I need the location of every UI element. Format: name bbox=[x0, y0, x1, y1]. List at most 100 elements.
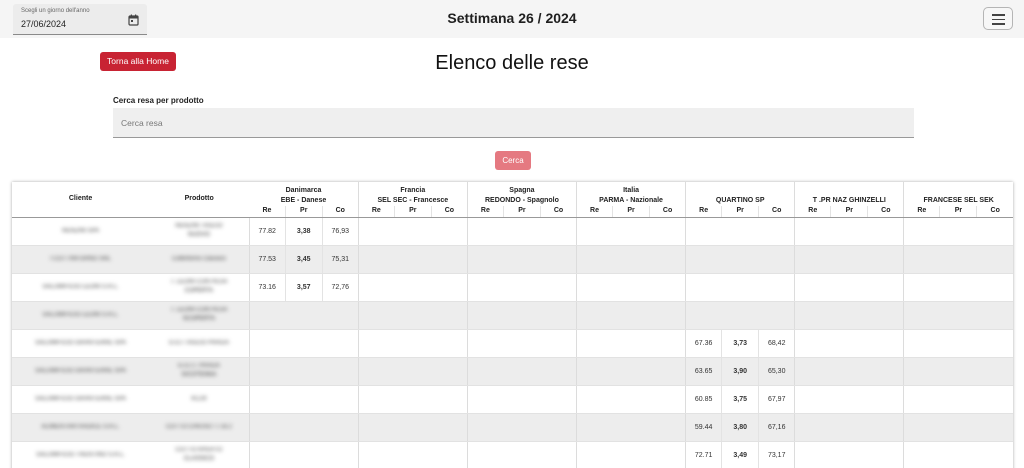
cell-pr: 3,45 bbox=[284, 245, 323, 274]
cell-empty bbox=[466, 245, 504, 274]
hamburger-menu-icon bbox=[992, 14, 1005, 16]
cell-empty bbox=[576, 357, 613, 386]
search-button[interactable]: Cerca bbox=[495, 151, 531, 170]
cell-empty bbox=[357, 441, 395, 468]
cell-prodotto: RENZINI TAGLIO NUOVO bbox=[149, 217, 250, 246]
cell-empty bbox=[976, 357, 1013, 386]
prodotto-name: Cottinforno Classico bbox=[172, 255, 226, 262]
cell-cliente: SALUMIFICIO TRENTINO S.R.L. bbox=[12, 441, 150, 468]
hamburger-menu-icon-bar bbox=[992, 18, 1005, 20]
cell-empty bbox=[540, 357, 577, 386]
cell-empty bbox=[721, 245, 759, 274]
cliente-name: SALUMIFICIO LEONI S.R.L. bbox=[42, 311, 119, 318]
cell-empty bbox=[248, 441, 286, 468]
cell-prodotto: COTTO APERTO CLASSICO bbox=[149, 441, 250, 468]
table-row[interactable]: SALUMIFICIO LEONI S.R.L. T. LEONI CON PES… bbox=[12, 273, 1013, 302]
cell-pr-value: 3,38 bbox=[296, 227, 311, 235]
prodotto-name: COTTO APERTO CLASSICO bbox=[175, 447, 223, 462]
cell-co: 67,16 bbox=[758, 413, 795, 442]
cell-empty bbox=[939, 357, 977, 386]
cell-empty bbox=[758, 273, 795, 302]
cell-empty bbox=[540, 273, 577, 302]
column-subheader-re: Re bbox=[576, 206, 613, 218]
cell-empty bbox=[357, 273, 395, 302]
table-row[interactable]: I COTTINFORNO SRL Cottinforno Classico 77.… bbox=[12, 245, 1013, 274]
cell-empty bbox=[540, 385, 577, 414]
menu-button[interactable] bbox=[983, 7, 1013, 30]
cell-empty bbox=[285, 385, 323, 414]
table-row[interactable]: SALUMIFICIO GRANTERRE SPA KC29 60.85 3,75 67… bbox=[12, 385, 1013, 414]
hamburger-menu-icon-bar bbox=[992, 23, 1005, 25]
cell-empty bbox=[357, 217, 395, 246]
cell-empty bbox=[394, 329, 432, 358]
cell-empty bbox=[322, 441, 359, 468]
cell-empty bbox=[612, 385, 650, 414]
cell-re: 63.65 bbox=[685, 357, 722, 386]
search-label: Cerca resa per prodotto bbox=[113, 96, 204, 105]
cell-empty bbox=[976, 441, 1013, 468]
column-group-subtitle: SEL SEC - Francesce bbox=[377, 197, 449, 204]
cell-co: 72,76 bbox=[321, 273, 359, 302]
week-title: Settimana 26 / 2024 bbox=[447, 10, 577, 26]
column-subheader-pr: Pr bbox=[830, 206, 868, 218]
cell-empty bbox=[794, 413, 831, 442]
cell-empty bbox=[867, 357, 904, 386]
column-subheader-re: Re bbox=[357, 206, 395, 218]
cell-empty bbox=[976, 385, 1013, 414]
cell-empty bbox=[612, 329, 650, 358]
cell-empty bbox=[976, 273, 1013, 302]
cell-prodotto: T. LEONI CON PESA COPERTA bbox=[149, 273, 250, 302]
cell-empty bbox=[976, 301, 1013, 330]
table-row[interactable]: SALUMIFICIO LEONI S.R.L. T. LEONI CON PES… bbox=[12, 301, 1013, 330]
cell-co-value: 73,17 bbox=[767, 451, 786, 459]
table-row[interactable]: SALUMIFICIO GRANTERRE SPA G.G.I TAGLIO PR… bbox=[12, 329, 1013, 358]
cell-empty bbox=[285, 329, 323, 358]
column-group-header: QUARTINO SP bbox=[685, 182, 795, 206]
table-row[interactable]: ALIMENTARI RADICE S.R.L. COTTO CHIUSO T.T… bbox=[12, 413, 1013, 442]
cell-empty bbox=[503, 329, 541, 358]
cell-empty bbox=[794, 301, 831, 330]
table-row[interactable]: SALUMIFICIO TRENTINO S.R.L. COTTO APERTO … bbox=[12, 441, 1013, 468]
cell-cliente: SALUMIFICIO GRANTERRE SPA bbox=[12, 385, 150, 414]
column-header-cliente: Cliente bbox=[12, 182, 150, 218]
cell-empty bbox=[830, 413, 868, 442]
cell-empty bbox=[285, 441, 323, 468]
cell-empty bbox=[685, 273, 722, 302]
cell-empty bbox=[903, 217, 940, 246]
cell-empty bbox=[721, 273, 759, 302]
cell-empty bbox=[322, 329, 359, 358]
cliente-name: ALIMENTARI RADICE S.R.L. bbox=[41, 423, 120, 430]
cell-empty bbox=[248, 385, 286, 414]
cell-empty bbox=[649, 301, 686, 330]
prodotto-name: RENZINI TAGLIO NUOVO bbox=[175, 223, 223, 238]
cell-re: 77.82 bbox=[248, 217, 286, 246]
cell-empty bbox=[903, 329, 940, 358]
search-input[interactable] bbox=[113, 108, 914, 138]
cell-empty bbox=[431, 245, 468, 274]
cell-pr-value: 3,80 bbox=[733, 423, 747, 431]
column-group-title: FRANCESE SEL SEK bbox=[923, 197, 994, 204]
cell-empty bbox=[976, 245, 1013, 274]
cell-empty bbox=[466, 329, 504, 358]
table-row[interactable]: SALUMIFICIO GRANTERRE SPA G.G.I.I. PRAGA … bbox=[12, 357, 1013, 386]
cell-re-value: 77.82 bbox=[258, 227, 276, 235]
cliente-name: SALUMIFICIO GRANTERRE SPA bbox=[35, 367, 126, 374]
cell-empty bbox=[576, 273, 613, 302]
column-group-header: Spagna REDONDO - Spagnolo bbox=[466, 182, 577, 206]
cell-re: 60.85 bbox=[685, 385, 722, 414]
cell-empty bbox=[612, 357, 650, 386]
cell-empty bbox=[758, 245, 795, 274]
cell-empty bbox=[322, 413, 359, 442]
cell-pr: 3,80 bbox=[721, 413, 759, 442]
cell-pr-value: 3,57 bbox=[296, 283, 311, 291]
prodotto-name: T. LEONI CON PESA SCOPERTA bbox=[170, 307, 228, 322]
main-content: Torna alla Home Elenco delle rese Cerca … bbox=[0, 38, 1024, 468]
prodotto-name: T. LEONI CON PESA COPERTA bbox=[170, 279, 228, 294]
table-row[interactable]: RENZINI SPA RENZINI TAGLIO NUOVO 77.82 3,38… bbox=[12, 217, 1013, 246]
cell-empty bbox=[903, 245, 940, 274]
cell-empty bbox=[867, 413, 904, 442]
cell-co: 65,30 bbox=[758, 357, 795, 386]
cell-co: 68,42 bbox=[758, 329, 795, 358]
cell-prodotto: COTTO CHIUSO T.T.B.2 bbox=[149, 413, 250, 442]
cell-co-value: 72,76 bbox=[331, 283, 350, 291]
